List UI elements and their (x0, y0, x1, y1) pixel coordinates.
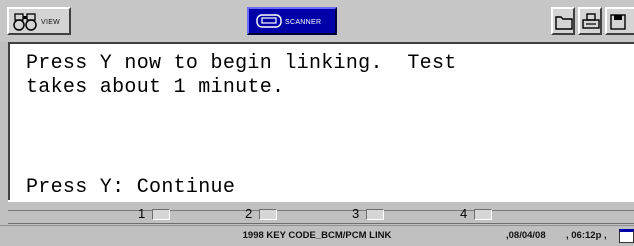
folder-icon (555, 16, 573, 30)
function-key-button[interactable] (259, 209, 277, 220)
scanner-label: SCANNER (285, 19, 322, 26)
scanner-icon (256, 14, 282, 28)
status-date: ,08/04/08 (506, 230, 546, 241)
status-time: , 06:12p , (566, 230, 607, 241)
continue-prompt: Press Y: Continue (26, 176, 236, 199)
function-key-strip: 1 2 3 4 (8, 200, 634, 224)
function-key-number: 1 (138, 206, 146, 221)
message-line-1: Press Y now to begin linking. Test (26, 52, 457, 75)
function-key-number: 2 (245, 206, 253, 221)
function-key-number: 3 (352, 206, 360, 221)
function-key-number: 4 (460, 206, 468, 221)
save-button[interactable] (605, 7, 634, 35)
binoculars-icon (13, 13, 37, 31)
scanner-button[interactable]: SCANNER (247, 7, 337, 35)
folder-button[interactable] (551, 7, 575, 35)
status-bar: 1998 KEY CODE_BCM/PCM LINK ,08/04/08 , 0… (0, 225, 634, 246)
function-key-button[interactable] (152, 209, 170, 220)
function-key-button[interactable] (366, 209, 384, 220)
view-button[interactable]: VIEW (7, 7, 71, 35)
print-button[interactable] (578, 7, 602, 35)
save-icon (610, 14, 626, 30)
function-strip-divider (8, 210, 634, 211)
view-label: VIEW (41, 19, 61, 26)
message-area: Press Y now to begin linking. Test takes… (8, 42, 634, 200)
calendar-icon[interactable] (619, 229, 634, 243)
printer-icon (582, 13, 600, 29)
top-toolbar: VIEW SCANNER (0, 0, 634, 42)
function-key-button[interactable] (474, 209, 492, 220)
message-line-2: takes about 1 minute. (26, 76, 285, 99)
